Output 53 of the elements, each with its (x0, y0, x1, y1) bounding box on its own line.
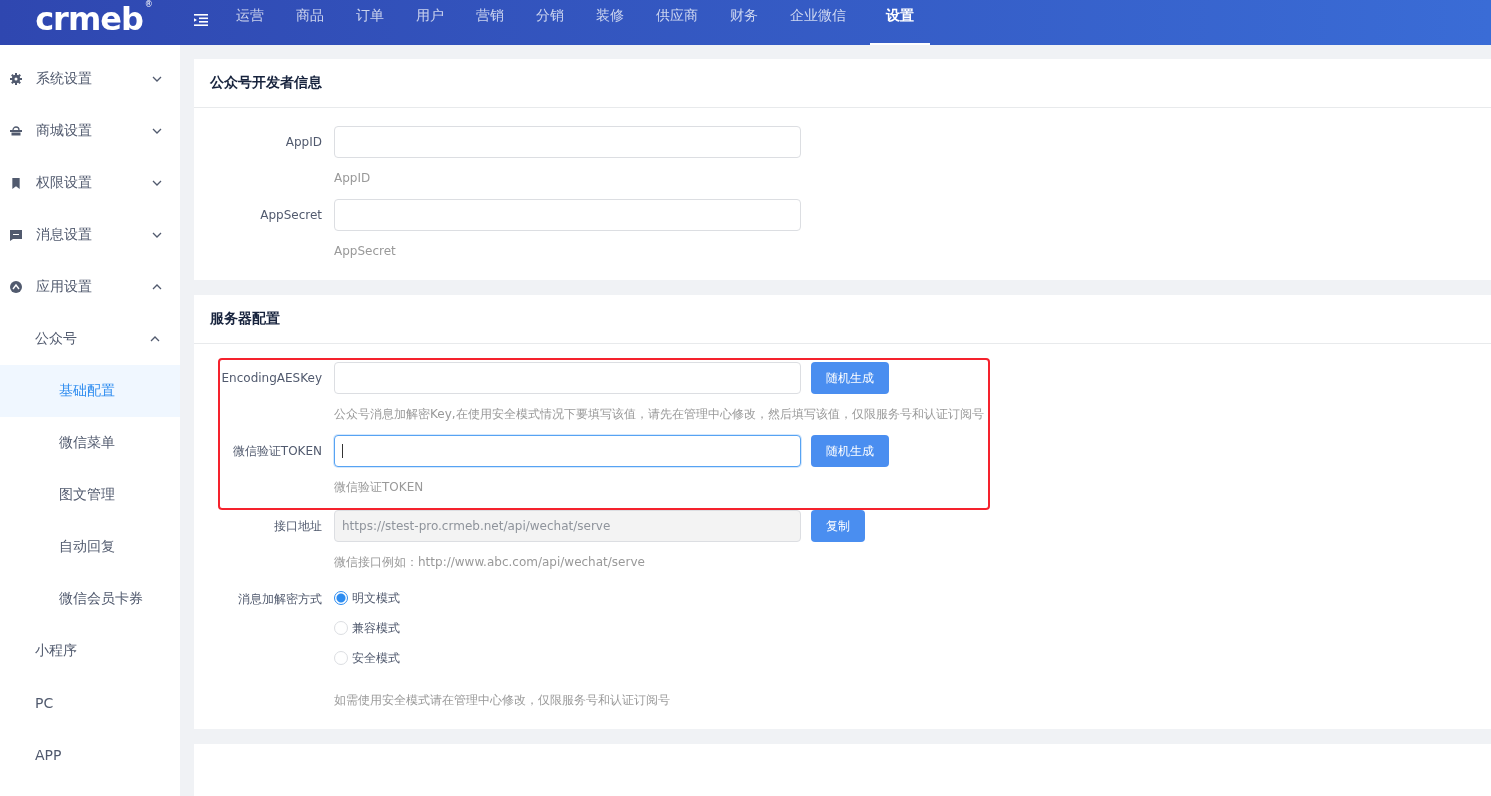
radio-label: 安全模式 (352, 649, 400, 667)
field-label: AppID (284, 134, 323, 151)
gear-icon (10, 73, 22, 85)
nav-tab[interactable]: 财务 (714, 0, 774, 45)
radio-label: 明文模式 (352, 589, 400, 607)
sidebar-item[interactable]: 微信会员卡券 (0, 573, 180, 625)
radio-option[interactable]: 明文模式 (334, 583, 670, 613)
sidebar-item[interactable]: 消息设置 (0, 209, 180, 261)
card-title: 服务器配置 (210, 310, 280, 328)
nav-tab[interactable]: 商品 (280, 0, 340, 45)
nav-tab[interactable]: 企业微信 (774, 0, 862, 45)
field-label: AppSecret (259, 207, 323, 224)
sidebar-item[interactable]: 公众号 (0, 313, 180, 365)
sidebar-item[interactable]: 权限设置 (0, 157, 180, 209)
basket-icon (10, 126, 22, 136)
sidebar-item[interactable]: 应用设置 (0, 261, 180, 313)
help-text: AppID (334, 171, 372, 185)
help-text: 如需使用安全模式请在管理中心修改，仅限服务号和认证订阅号 (334, 693, 670, 707)
radio-option[interactable]: 安全模式 (334, 643, 670, 673)
message-icon (10, 229, 22, 241)
radio-option[interactable]: 兼容模式 (334, 613, 670, 643)
field-label: 微信验证TOKEN (231, 443, 323, 460)
sidebar-item[interactable]: PC (0, 677, 180, 729)
help-text: 微信接口例如：http://www.abc.com/api/wechat/serve (334, 555, 646, 569)
help-text: 微信验证TOKEN (334, 480, 425, 494)
nav-tab[interactable]: 供应商 (640, 0, 714, 45)
help-text: AppSecret (334, 244, 397, 258)
sidebar-item[interactable]: 图文管理 (0, 469, 180, 521)
logo[interactable]: crmeb (27, 0, 143, 38)
sidebar-item[interactable]: 自动回复 (0, 521, 180, 573)
radio-label: 兼容模式 (352, 619, 400, 637)
sidebar-item[interactable]: 商城设置 (0, 105, 180, 157)
field-label: EncodingAESKey (220, 370, 323, 387)
nav-tab[interactable]: 订单 (340, 0, 400, 45)
field-label: 消息加解密方式 (237, 591, 323, 608)
help-text: 公众号消息加解密Key,在使用安全模式情况下要填写该值，请先在管理中心修改，然后填写该值，仅限服务号和认证订阅号 (334, 407, 984, 421)
nav-tab[interactable]: 营销 (460, 0, 520, 45)
registered-mark: ® (144, 0, 153, 10)
sidebar-item[interactable]: 小程序 (0, 625, 180, 677)
sidebar-item[interactable]: 系统设置 (0, 53, 180, 105)
sidebar-item[interactable]: APP (0, 729, 180, 781)
radio-button[interactable] (334, 591, 348, 605)
bookmark-icon (10, 177, 22, 189)
sidebar-item[interactable]: 微信菜单 (0, 417, 180, 469)
menu-icon[interactable] (194, 13, 208, 26)
field-label: 接口地址 (273, 518, 323, 535)
nav-tab[interactable]: 运营 (220, 0, 280, 45)
nav-tab[interactable]: 用户 (400, 0, 460, 45)
input-field[interactable] (334, 435, 801, 467)
nav-tab[interactable]: 分销 (520, 0, 580, 45)
app-circle-icon (10, 281, 22, 293)
card-title: 公众号开发者信息 (210, 74, 322, 92)
nav-tab[interactable]: 装修 (580, 0, 640, 45)
